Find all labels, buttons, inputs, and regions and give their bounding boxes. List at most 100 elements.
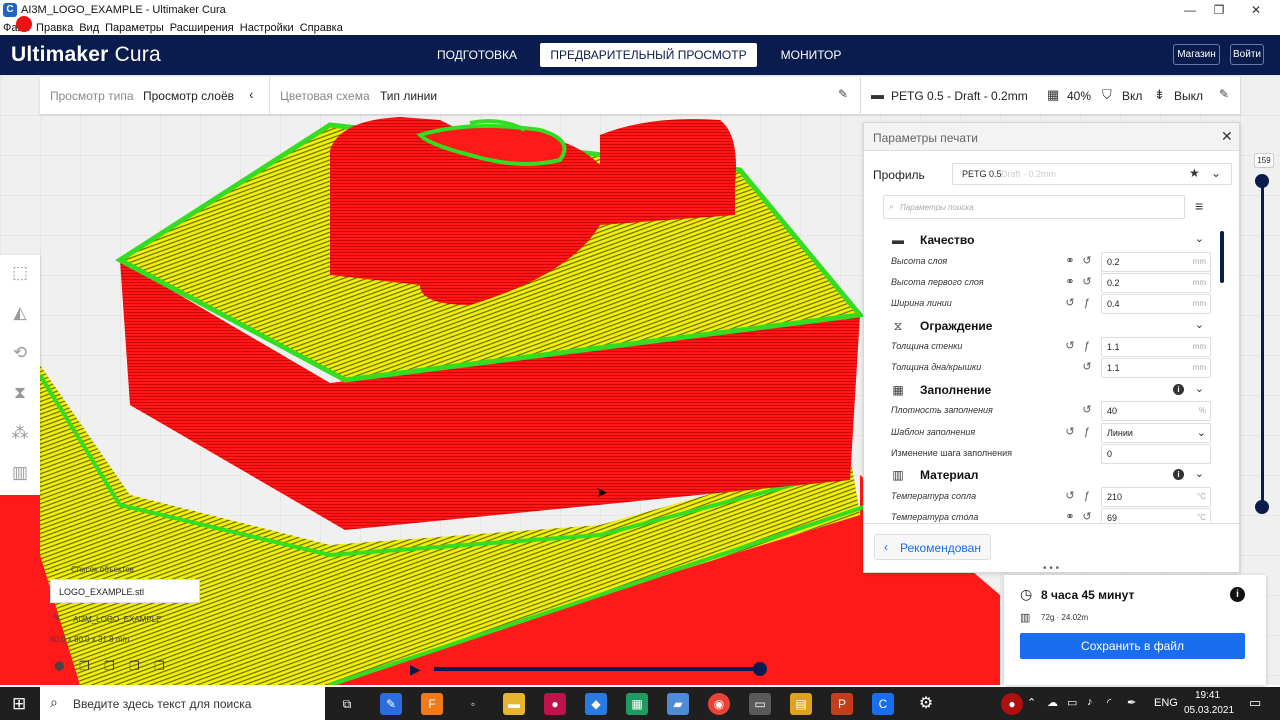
layer-slider-bottom-handle[interactable] [1255, 500, 1269, 514]
reset-icon[interactable]: ↺ [1064, 426, 1076, 438]
task-view-icon[interactable]: ⧉ [336, 693, 358, 715]
pencil-icon[interactable]: ✎ [52, 613, 60, 624]
infill-summary[interactable]: 40% [1067, 89, 1091, 103]
job-name[interactable]: AI3M_LOGO_EXAMPLE [73, 615, 161, 624]
info-icon[interactable]: i [1173, 469, 1184, 480]
app-blue-icon[interactable]: ◆ [585, 693, 607, 715]
path-slider-track[interactable] [434, 667, 760, 671]
chevron-down-icon[interactable]: ⌄ [53, 563, 61, 574]
view-3d-icon[interactable]: ⬢ [54, 659, 64, 673]
reset-icon[interactable]: ↺ [1081, 255, 1093, 267]
view-front-icon[interactable]: ❒ [79, 659, 90, 673]
adhesion-summary[interactable]: Выкл [1174, 89, 1203, 103]
pencil-icon[interactable]: ✎ [1219, 87, 1229, 101]
line-width-field[interactable]: 0.4 mm [1101, 294, 1211, 314]
chrome-icon[interactable]: ◉ [708, 693, 730, 715]
category-quality[interactable]: ▬ Качество ⌄ [884, 230, 1212, 250]
layer-slider-top-handle[interactable] [1255, 174, 1269, 188]
bed-temperature-field[interactable]: 69 °C [1101, 508, 1211, 522]
view-right-icon[interactable]: ❐ [154, 659, 165, 673]
tray-app-icon[interactable]: ● [1001, 693, 1023, 715]
app-folder-icon[interactable]: ▰ [667, 693, 689, 715]
recommended-button[interactable]: ‹ Рекомендован [874, 534, 991, 560]
tab-monitor[interactable]: МОНИТОР [773, 43, 849, 67]
onedrive-icon[interactable]: ☁ [1047, 696, 1058, 709]
settings-search-input[interactable]: ⌕ Параметры поиска [883, 195, 1185, 219]
pencil-icon[interactable]: ✎ [838, 87, 848, 101]
info-icon[interactable]: i [1173, 384, 1184, 395]
move-tool-icon[interactable]: ⬚ [8, 261, 32, 285]
support-summary[interactable]: Вкл [1122, 89, 1142, 103]
object-list-item[interactable]: LOGO_EXAMPLE.stl [50, 579, 200, 603]
object-list-label[interactable]: Список объектов [71, 565, 134, 574]
chevron-up-icon[interactable]: ⌃ [1027, 696, 1036, 709]
close-icon[interactable]: ✕ [1221, 128, 1233, 145]
app-notes-icon[interactable]: ▤ [790, 693, 812, 715]
reset-icon[interactable]: ↺ [1081, 276, 1093, 288]
clock-time[interactable]: 19:41 [1195, 690, 1220, 701]
profile-summary[interactable]: PETG 0.5 - Draft - 0.2mm [891, 89, 1028, 103]
play-icon[interactable]: ▶ [410, 662, 424, 676]
tab-preview[interactable]: ПРЕДВАРИТЕЛЬНЫЙ ПРОСМОТР [540, 43, 757, 67]
taskbar-search-box[interactable]: ⌕ Введите здесь текст для поиска [40, 687, 325, 720]
initial-layer-height-field[interactable]: 0.2 mm [1101, 273, 1211, 293]
panel-resize-handle[interactable]: • • • [1043, 563, 1059, 574]
volume-icon[interactable]: ♪ [1087, 696, 1093, 708]
sign-in-button[interactable]: Войти [1230, 44, 1264, 65]
category-material[interactable]: ▥ Материал i ⌄ [884, 465, 1212, 485]
marketplace-button[interactable]: Магазин [1173, 44, 1220, 65]
path-slider-handle[interactable] [753, 662, 767, 676]
view-top-icon[interactable]: ❒ [104, 659, 115, 673]
file-explorer-icon[interactable]: ▬ [503, 693, 525, 715]
unknown-app-icon[interactable]: ◦ [462, 693, 484, 715]
app-red-icon[interactable]: ● [544, 693, 566, 715]
notifications-icon[interactable]: ▭ [1249, 695, 1261, 711]
cura-taskbar-icon[interactable]: C [872, 693, 894, 715]
reset-icon[interactable]: ↺ [1081, 511, 1093, 522]
category-infill[interactable]: ▦ Заполнение i ⌄ [884, 380, 1212, 400]
windows-start-icon[interactable]: ⊞ [12, 694, 26, 714]
infill-density-field[interactable]: 40% [1101, 401, 1211, 421]
layer-slider-track[interactable] [1261, 180, 1264, 510]
profile-dropdown[interactable]: PETG 0.5 Draft - 0.2mm ★ ⌄ [952, 163, 1232, 185]
reset-icon[interactable]: ↺ [1064, 340, 1076, 352]
settings-gear-icon[interactable]: ⚙ [915, 693, 937, 715]
category-shell[interactable]: ⧖ Ограждение ⌄ [884, 316, 1212, 336]
menu-settings[interactable]: Параметры [102, 22, 167, 34]
support-blocker-icon[interactable]: ▥ [8, 461, 32, 485]
app-green-icon[interactable]: ▦ [626, 693, 648, 715]
view-type-dropdown[interactable]: Просмотр слоёв [143, 89, 234, 103]
network-icon[interactable]: ▭ [1067, 696, 1077, 709]
language-indicator[interactable]: ENG [1154, 697, 1178, 709]
reset-icon[interactable]: ↺ [1064, 297, 1076, 309]
menu-preferences[interactable]: Настройки [237, 22, 297, 34]
per-model-settings-icon[interactable]: ⁂ [8, 421, 32, 445]
menu-icon[interactable]: ≡ [1195, 198, 1203, 214]
view-left-icon[interactable]: ❐ [129, 659, 140, 673]
star-icon[interactable]: ★ [1189, 166, 1200, 180]
maximize-button[interactable]: ❐ [1201, 0, 1237, 20]
menu-view[interactable]: Вид [76, 22, 102, 34]
color-scheme-dropdown[interactable]: Тип линии [380, 89, 437, 103]
top-bottom-thickness-field[interactable]: 1.1 mm [1101, 358, 1211, 378]
wifi-icon[interactable]: ◜ [1107, 696, 1111, 709]
info-icon[interactable]: i [1230, 587, 1245, 602]
rotate-tool-icon[interactable]: ⟲ [8, 341, 32, 365]
clock-date[interactable]: 05.03.2021 [1184, 705, 1234, 716]
gradual-infill-steps-field[interactable]: 0 [1101, 444, 1211, 464]
layer-number-label[interactable]: 159 [1254, 153, 1274, 168]
wall-thickness-field[interactable]: 1.1 mm [1101, 337, 1211, 357]
close-window-button[interactable]: ✕ [1238, 0, 1274, 20]
tab-prepare[interactable]: ПОДГОТОВКА [430, 43, 524, 67]
layer-height-field[interactable]: 0.2 mm [1101, 252, 1211, 272]
scale-tool-icon[interactable]: ◭ [8, 301, 32, 325]
powerpoint-icon[interactable]: P [831, 693, 853, 715]
reset-icon[interactable]: ↺ [1064, 490, 1076, 502]
menu-extensions[interactable]: Расширения [167, 22, 237, 34]
mirror-tool-icon[interactable]: ⧗ [8, 381, 32, 405]
app-monitor-icon[interactable]: ▭ [749, 693, 771, 715]
reset-icon[interactable]: ↺ [1081, 361, 1093, 373]
notepad-app-icon[interactable]: ✎ [380, 693, 402, 715]
menu-help[interactable]: Справка [297, 22, 346, 34]
nozzle-temperature-field[interactable]: 210 °C [1101, 487, 1211, 507]
